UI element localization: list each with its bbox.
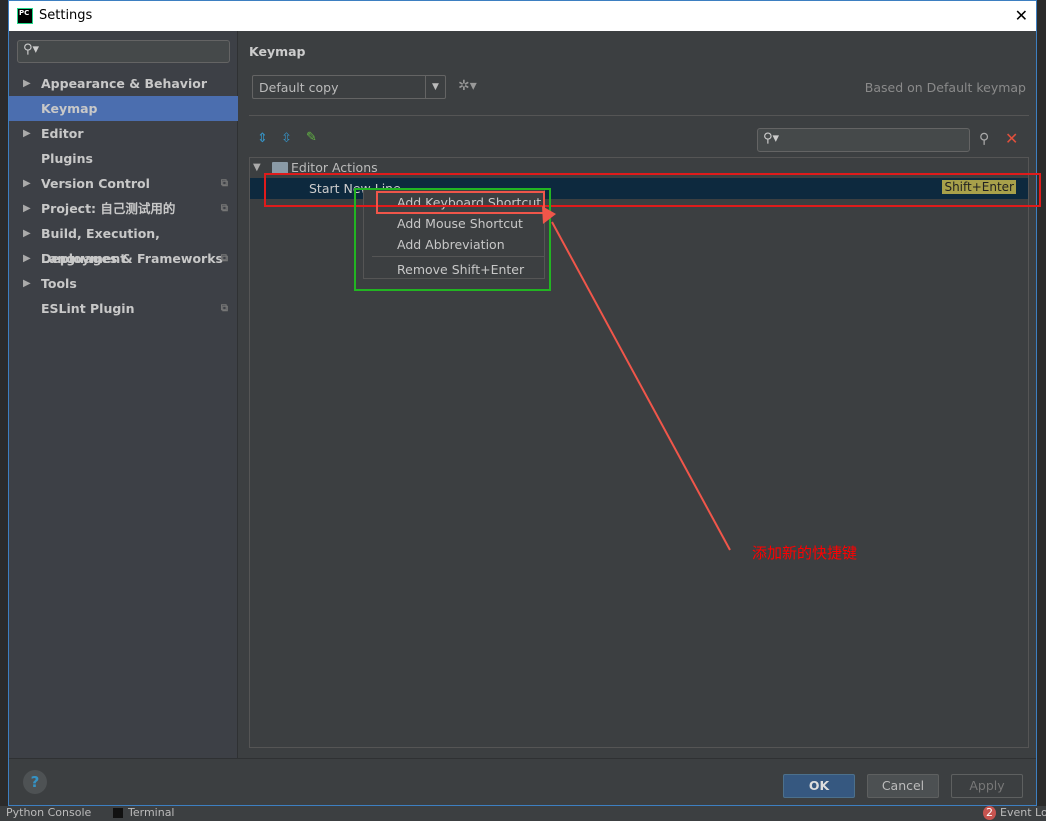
annotation-arrow [542,206,731,551]
annotation-text: 添加新的快捷键 [752,544,858,562]
